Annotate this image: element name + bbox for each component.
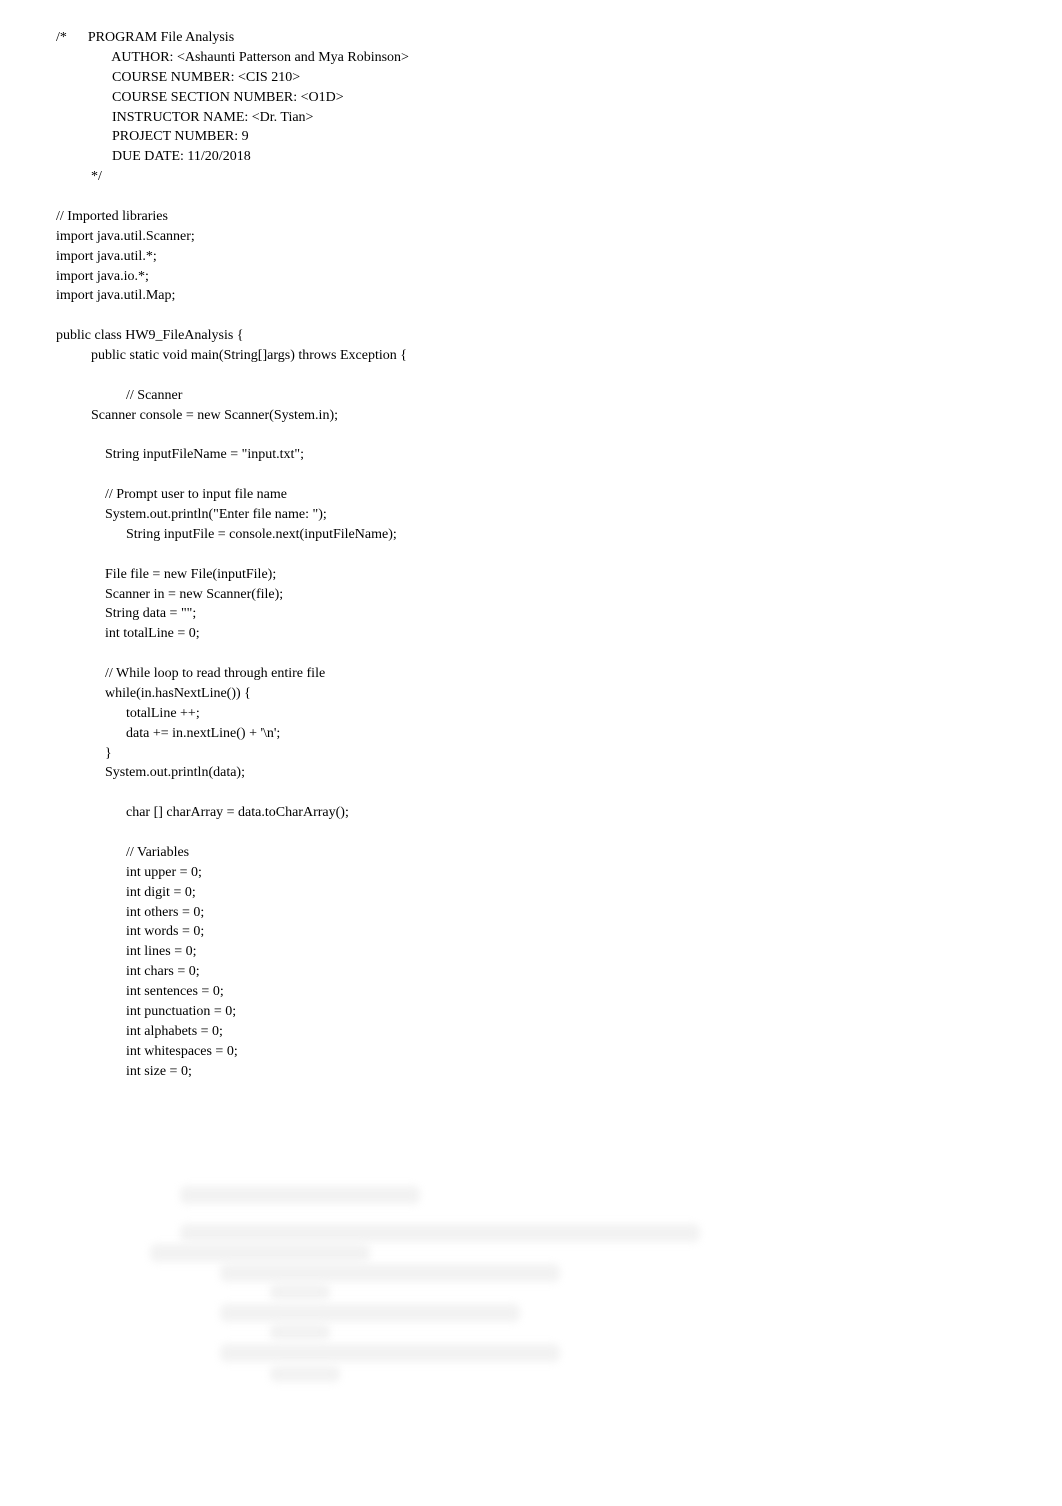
blurred-content [270, 1284, 330, 1300]
blurred-content [150, 1244, 370, 1262]
blurred-content [220, 1304, 520, 1322]
blurred-content [180, 1224, 700, 1242]
blurred-content [180, 1186, 420, 1204]
source-code: /* PROGRAM File Analysis AUTHOR: <Ashaun… [56, 28, 1006, 1081]
blurred-content [270, 1366, 340, 1382]
blurred-content [220, 1264, 560, 1282]
blurred-content [220, 1344, 560, 1362]
blurred-content [270, 1324, 330, 1340]
